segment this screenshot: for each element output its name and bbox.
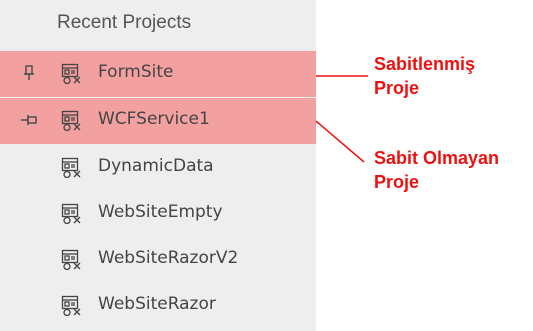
callout-line-unpinned <box>315 120 365 163</box>
annotation-pinned-line2: Proje <box>374 78 420 98</box>
annotation-unpinned-line1: Sabit Olmayan <box>374 148 500 168</box>
annotation-unpinned-project: Sabit Olmayan Proje <box>374 146 499 194</box>
annotation-unpinned-line2: Proje <box>374 172 420 192</box>
annotation-pinned-line1: Sabitlenmiş <box>374 54 476 74</box>
annotation-pinned-project: Sabitlenmiş Proje <box>374 52 475 100</box>
